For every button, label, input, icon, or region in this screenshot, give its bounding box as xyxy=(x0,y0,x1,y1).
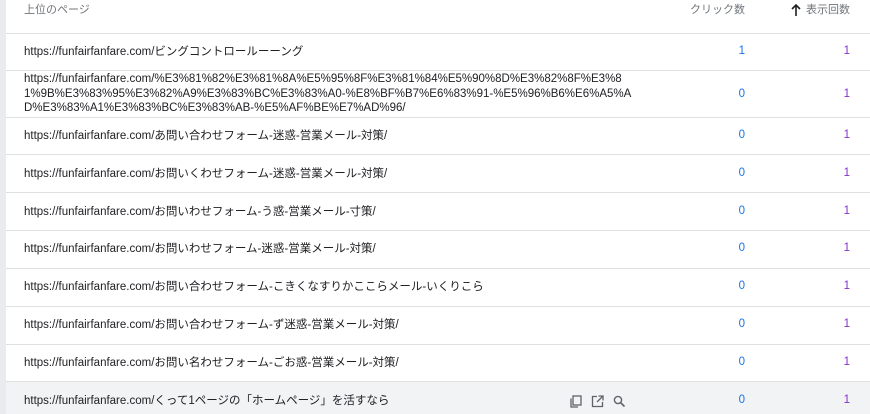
arrow-up-icon xyxy=(790,3,802,17)
clicks-value: 0 xyxy=(738,394,745,406)
clicks-value: 0 xyxy=(738,280,745,292)
page-url[interactable]: https://funfairfanfare.com/くって1ページの「ホームペ… xyxy=(24,394,636,408)
clicks-value: 0 xyxy=(738,356,745,368)
clicks-value: 0 xyxy=(738,167,745,179)
impressions-column-header[interactable]: 表示回数 xyxy=(790,1,850,19)
clicks-value: 0 xyxy=(738,88,745,100)
impressions-value: 1 xyxy=(843,280,850,292)
impressions-value: 1 xyxy=(843,88,850,100)
page-url[interactable]: https://funfairfanfare.com/ビングコントロールーーング xyxy=(24,45,636,59)
clicks-value: 0 xyxy=(738,205,745,217)
table-row[interactable]: https://funfairfanfare.com/くって1ページの「ホームペ… xyxy=(6,382,870,414)
page-url[interactable]: https://funfairfanfare.com/お問い合わせフォーム-こき… xyxy=(24,280,636,294)
row-actions xyxy=(568,394,626,408)
table-row[interactable]: https://funfairfanfare.com/お問い合わせフォーム-こき… xyxy=(6,269,870,307)
copy-icon[interactable] xyxy=(568,394,582,408)
table-row[interactable]: https://funfairfanfare.com/お問い名わせフォーム-ごお… xyxy=(6,345,870,382)
clicks-value: 0 xyxy=(738,129,745,141)
clicks-value: 0 xyxy=(738,242,745,254)
impressions-value: 1 xyxy=(843,167,850,179)
impressions-value: 1 xyxy=(843,129,850,141)
search-icon[interactable] xyxy=(612,394,626,408)
table-header: 上位のページ クリック数 表示回数 xyxy=(6,0,870,34)
page-url[interactable]: https://funfairfanfare.com/あ問い合わせフォーム-迷惑… xyxy=(24,129,636,143)
impressions-value: 1 xyxy=(843,318,850,330)
table-row[interactable]: https://funfairfanfare.com/お問いわせフォーム-う惑-… xyxy=(6,193,870,231)
page-column-header[interactable]: 上位のページ xyxy=(24,1,90,19)
page-url[interactable]: https://funfairfanfare.com/お問い名わせフォーム-ごお… xyxy=(24,356,636,370)
table-row[interactable]: https://funfairfanfare.com/ビングコントロールーーング… xyxy=(6,33,870,71)
page-url[interactable]: https://funfairfanfare.com/お問いわせフォーム-う惑-… xyxy=(24,205,636,219)
table-row[interactable]: https://funfairfanfare.com/お問いくわせフォーム-迷惑… xyxy=(6,155,870,193)
open-in-new-icon[interactable] xyxy=(590,394,604,408)
table-row[interactable]: https://funfairfanfare.com/%E3%81%82%E3%… xyxy=(6,71,870,118)
table-row[interactable]: https://funfairfanfare.com/あ問い合わせフォーム-迷惑… xyxy=(6,118,870,155)
clicks-value: 0 xyxy=(738,318,745,330)
page-url[interactable]: https://funfairfanfare.com/お問い合わせフォーム-ず迷… xyxy=(24,318,636,332)
impressions-value: 1 xyxy=(843,394,850,406)
impressions-value: 1 xyxy=(843,205,850,217)
page-url[interactable]: https://funfairfanfare.com/お問いくわせフォーム-迷惑… xyxy=(24,167,636,181)
impressions-value: 1 xyxy=(843,356,850,368)
impressions-value: 1 xyxy=(843,242,850,254)
impressions-header-label: 表示回数 xyxy=(806,4,850,16)
clicks-column-header[interactable]: クリック数 xyxy=(690,1,745,19)
table-row[interactable]: https://funfairfanfare.com/お問い合わせフォーム-ず迷… xyxy=(6,307,870,345)
page-url[interactable]: https://funfairfanfare.com/%E3%81%82%E3%… xyxy=(24,72,636,116)
clicks-value: 1 xyxy=(738,45,745,57)
impressions-value: 1 xyxy=(843,45,850,57)
page-url[interactable]: https://funfairfanfare.com/お問いわせフォーム-迷惑-… xyxy=(24,242,636,256)
top-pages-table: 上位のページ クリック数 表示回数 https://funfairfanfare… xyxy=(6,0,870,414)
table-row[interactable]: https://funfairfanfare.com/お問いわせフォーム-迷惑-… xyxy=(6,231,870,269)
